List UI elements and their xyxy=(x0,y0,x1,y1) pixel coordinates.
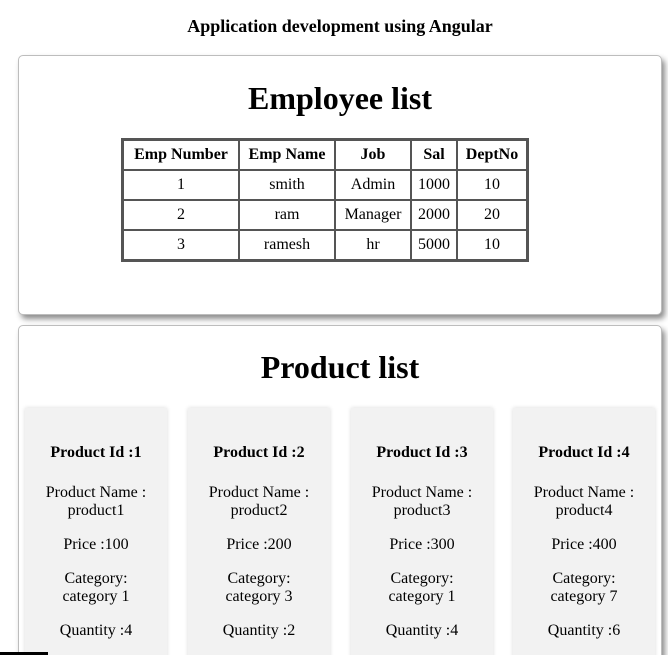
table-header-row: Emp Number Emp Name Job Sal DeptNo xyxy=(123,140,527,170)
product-price: Price :100 xyxy=(63,536,129,553)
employee-list-title: Employee list xyxy=(248,80,432,116)
product-category: Category: category 1 xyxy=(351,570,493,606)
product-name-label: Product Name : xyxy=(533,484,635,501)
product-category-label: Category: xyxy=(227,570,291,587)
product-name: Product Name : product3 xyxy=(351,484,493,520)
product-name-value: product2 xyxy=(230,502,288,519)
product-name: Product Name : product2 xyxy=(188,484,330,520)
cell-emp-name: ram xyxy=(239,200,335,230)
product-name-value: product4 xyxy=(555,502,613,519)
cell-deptno: 20 xyxy=(457,200,527,230)
product-category-value: category 1 xyxy=(62,588,130,605)
product-card: Product Id :2 Product Name : product2 Pr… xyxy=(188,408,330,655)
product-quantity: Quantity :4 xyxy=(385,622,459,639)
cell-deptno: 10 xyxy=(457,230,527,260)
cell-emp-number: 2 xyxy=(123,200,239,230)
cell-job: Manager xyxy=(335,200,411,230)
product-price: Price :200 xyxy=(226,536,292,553)
product-name: Product Name : product4 xyxy=(513,484,655,520)
product-name-label: Product Name : xyxy=(208,484,310,501)
cell-emp-number: 1 xyxy=(123,170,239,200)
product-name: Product Name : product1 xyxy=(25,484,167,520)
product-price: Price :400 xyxy=(551,536,617,553)
product-list-title: Product list xyxy=(260,349,420,385)
table-row: 3 ramesh hr 5000 10 xyxy=(123,230,527,260)
cell-sal: 1000 xyxy=(411,170,457,200)
page: Application development using Angular Em… xyxy=(0,0,668,655)
cell-emp-name: ramesh xyxy=(239,230,335,260)
column-header-sal: Sal xyxy=(411,140,457,170)
product-category: Category: category 1 xyxy=(25,570,167,606)
product-category: Category: category 7 xyxy=(513,570,655,606)
cell-sal: 5000 xyxy=(411,230,457,260)
cell-emp-number: 3 xyxy=(123,230,239,260)
employee-list-card: Employee list Emp Number Emp Name Job Sa… xyxy=(18,55,662,315)
cell-sal: 2000 xyxy=(411,200,457,230)
product-id: Product Id :3 xyxy=(376,444,468,461)
product-card: Product Id :4 Product Name : product4 Pr… xyxy=(513,408,655,655)
product-category-label: Category: xyxy=(64,570,128,587)
product-quantity: Quantity :2 xyxy=(222,622,296,639)
product-category: Category: category 3 xyxy=(188,570,330,606)
app-title: Application development using Angular xyxy=(187,16,493,36)
product-card: Product Id :3 Product Name : product3 Pr… xyxy=(351,408,493,655)
product-category-label: Category: xyxy=(552,570,616,587)
employee-table: Emp Number Emp Name Job Sal DeptNo 1 smi… xyxy=(121,138,529,262)
product-quantity: Quantity :6 xyxy=(547,622,621,639)
product-id: Product Id :4 xyxy=(538,444,630,461)
product-category-value: category 3 xyxy=(225,588,293,605)
column-header-job: Job xyxy=(335,140,411,170)
product-category-value: category 1 xyxy=(388,588,456,605)
product-name-label: Product Name : xyxy=(371,484,473,501)
product-price: Price :300 xyxy=(389,536,455,553)
product-id: Product Id :1 xyxy=(50,444,142,461)
column-header-emp-number: Emp Number xyxy=(123,140,239,170)
cell-job: Admin xyxy=(335,170,411,200)
product-id: Product Id :2 xyxy=(213,444,305,461)
product-name-label: Product Name : xyxy=(45,484,147,501)
column-header-emp-name: Emp Name xyxy=(239,140,335,170)
product-name-value: product3 xyxy=(393,502,451,519)
product-name-value: product1 xyxy=(67,502,125,519)
product-quantity: Quantity :4 xyxy=(59,622,133,639)
product-category-value: category 7 xyxy=(550,588,618,605)
column-header-deptno: DeptNo xyxy=(457,140,527,170)
table-row: 1 smith Admin 1000 10 xyxy=(123,170,527,200)
product-card: Product Id :1 Product Name : product1 Pr… xyxy=(25,408,167,655)
cell-emp-name: smith xyxy=(239,170,335,200)
product-list-card: Product list Product Id :1 Product Name … xyxy=(18,325,662,655)
cell-deptno: 10 xyxy=(457,170,527,200)
table-row: 2 ram Manager 2000 20 xyxy=(123,200,527,230)
cell-job: hr xyxy=(335,230,411,260)
product-category-label: Category: xyxy=(390,570,454,587)
